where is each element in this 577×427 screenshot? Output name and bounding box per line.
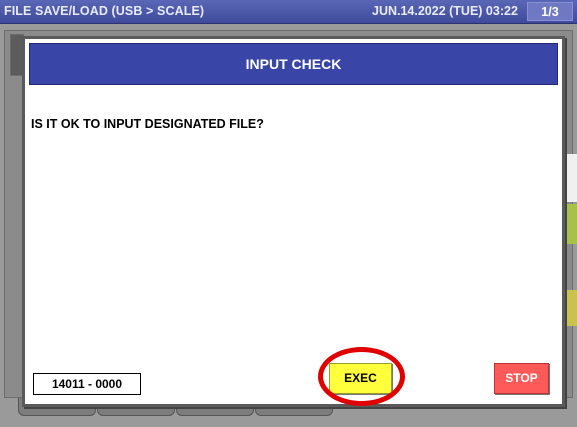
status-bar: FILE SAVE/LOAD (USB > SCALE) JUN.14.2022… xyxy=(0,0,577,24)
exec-button[interactable]: EXEC xyxy=(329,363,392,394)
stop-button[interactable]: STOP xyxy=(494,363,549,394)
screen-title: FILE SAVE/LOAD (USB > SCALE) xyxy=(4,4,205,18)
dialog-title: INPUT CHECK xyxy=(29,43,558,85)
screen: FILE SAVE/LOAD (USB > SCALE) JUN.14.2022… xyxy=(0,0,577,427)
background-field xyxy=(565,154,577,202)
dialog-message: IS IT OK TO INPUT DESIGNATED FILE? xyxy=(31,117,264,131)
date-time: JUN.14.2022 (TUE) 03:22 xyxy=(372,4,518,18)
file-code-field: 14011 - 0000 xyxy=(33,373,141,395)
page-indicator: 1/3 xyxy=(527,2,573,21)
background-yellow-button xyxy=(567,290,577,326)
background-green-button xyxy=(567,204,577,244)
input-check-dialog: INPUT CHECK IS IT OK TO INPUT DESIGNATED… xyxy=(22,36,565,407)
